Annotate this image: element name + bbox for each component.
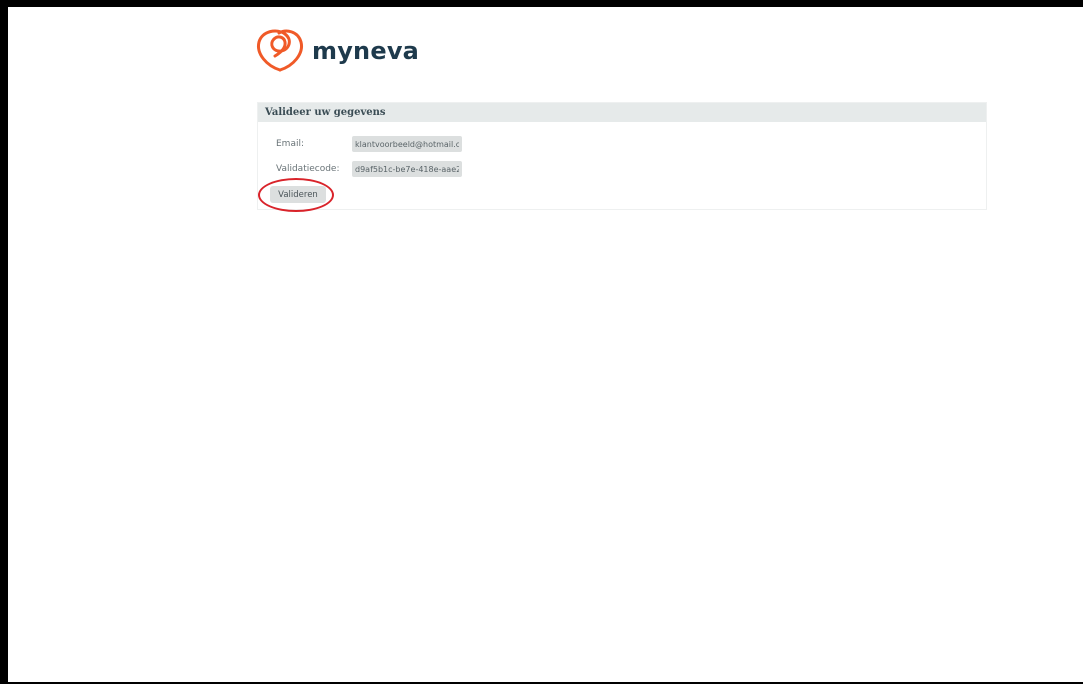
window-frame-top xyxy=(0,0,1083,7)
validation-code-field[interactable] xyxy=(352,161,462,177)
myneva-swirl-icon xyxy=(257,29,303,72)
email-field[interactable] xyxy=(352,136,462,152)
email-row: Email: xyxy=(276,136,462,152)
validation-panel: Valideer uw gegevens Email: Validatiecod… xyxy=(257,102,987,210)
validate-button[interactable]: Valideren xyxy=(270,186,326,203)
window-frame-left xyxy=(0,0,8,684)
myneva-logo: myneva xyxy=(253,26,419,76)
validation-code-row: Validatiecode: xyxy=(276,161,462,177)
email-label: Email: xyxy=(276,139,305,149)
brand-name: myneva xyxy=(312,37,420,65)
validation-code-label: Validatiecode: xyxy=(276,164,340,174)
panel-title: Valideer uw gegevens xyxy=(258,103,986,122)
